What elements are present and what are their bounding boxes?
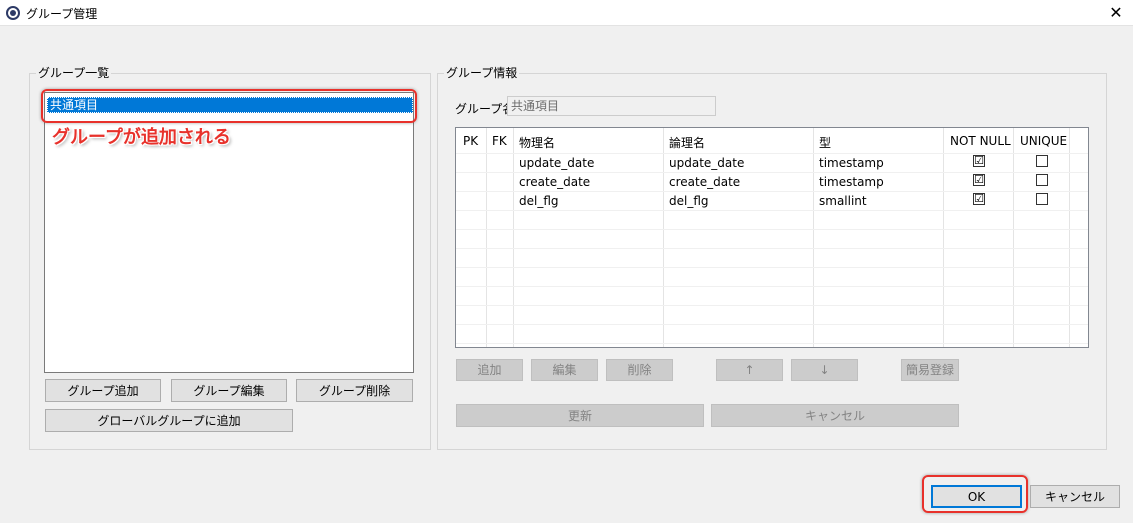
edit-column-button[interactable]: 編集 [531, 359, 598, 381]
row-divider [456, 172, 1088, 173]
col-divider [943, 128, 944, 347]
col-divider [663, 128, 664, 347]
column-table[interactable]: PK FK 物理名 論理名 型 NOT NULL UNIQUE update_d… [455, 127, 1089, 348]
unique-checkbox[interactable] [1036, 174, 1048, 186]
add-column-button[interactable]: 追加 [456, 359, 523, 381]
row-divider [456, 229, 1088, 230]
header-not-null[interactable]: NOT NULL [950, 134, 1011, 148]
cell-logical-name[interactable]: del_flg [669, 194, 709, 208]
move-up-button[interactable]: ↑ [716, 359, 783, 381]
not-null-checkbox[interactable]: ☑ [973, 174, 985, 186]
cell-type[interactable]: timestamp [819, 156, 884, 170]
delete-group-button[interactable]: グループ削除 [296, 379, 413, 402]
col-divider [813, 128, 814, 347]
add-to-global-group-button[interactable]: グローバルグループに追加 [45, 409, 293, 432]
row-divider [456, 343, 1088, 344]
title-bar: グループ管理 ✕ [0, 0, 1133, 26]
annotation-text: グループが追加される [52, 127, 231, 148]
col-divider [1069, 128, 1070, 347]
row-divider [456, 248, 1088, 249]
col-divider [486, 128, 487, 347]
row-divider [456, 267, 1088, 268]
header-pk[interactable]: PK [463, 134, 478, 148]
group-list-legend: グループ一覧 [36, 66, 112, 80]
cancel-edit-button[interactable]: キャンセル [711, 404, 959, 427]
row-divider [456, 210, 1088, 211]
update-button[interactable]: 更新 [456, 404, 704, 427]
cell-type[interactable]: smallint [819, 194, 867, 208]
header-fk[interactable]: FK [492, 134, 507, 148]
cell-physical-name[interactable]: create_date [519, 175, 590, 189]
cell-physical-name[interactable]: del_flg [519, 194, 559, 208]
group-info-legend: グループ情報 [444, 66, 520, 80]
not-null-checkbox[interactable]: ☑ [973, 155, 985, 167]
highlight-box-list-item [41, 89, 417, 123]
dialog-cancel-button[interactable]: キャンセル [1030, 485, 1120, 508]
cell-physical-name[interactable]: update_date [519, 156, 594, 170]
row-divider [456, 286, 1088, 287]
header-type[interactable]: 型 [819, 134, 831, 151]
cell-type[interactable]: timestamp [819, 175, 884, 189]
row-divider [456, 324, 1088, 325]
row-divider [456, 191, 1088, 192]
cell-logical-name[interactable]: update_date [669, 156, 744, 170]
group-name-label: グループ名 [455, 102, 515, 116]
col-divider [513, 128, 514, 347]
move-down-button[interactable]: ↓ [791, 359, 858, 381]
header-logical-name[interactable]: 論理名 [669, 134, 705, 151]
header-physical-name[interactable]: 物理名 [519, 134, 555, 151]
highlight-box-ok-button [922, 475, 1028, 513]
edit-group-button[interactable]: グループ編集 [171, 379, 287, 402]
quick-register-button[interactable]: 簡易登録 [901, 359, 959, 381]
cell-logical-name[interactable]: create_date [669, 175, 740, 189]
unique-checkbox[interactable] [1036, 193, 1048, 205]
close-icon[interactable]: ✕ [1099, 0, 1133, 26]
app-logo-icon [6, 6, 20, 20]
row-divider [456, 305, 1088, 306]
header-unique[interactable]: UNIQUE [1020, 134, 1067, 148]
window-title: グループ管理 [26, 7, 98, 21]
col-divider [1013, 128, 1014, 347]
add-group-button[interactable]: グループ追加 [45, 379, 161, 402]
delete-column-button[interactable]: 削除 [606, 359, 673, 381]
group-name-field[interactable]: 共通項目 [507, 96, 716, 116]
unique-checkbox[interactable] [1036, 155, 1048, 167]
row-divider [456, 153, 1088, 154]
not-null-checkbox[interactable]: ☑ [973, 193, 985, 205]
